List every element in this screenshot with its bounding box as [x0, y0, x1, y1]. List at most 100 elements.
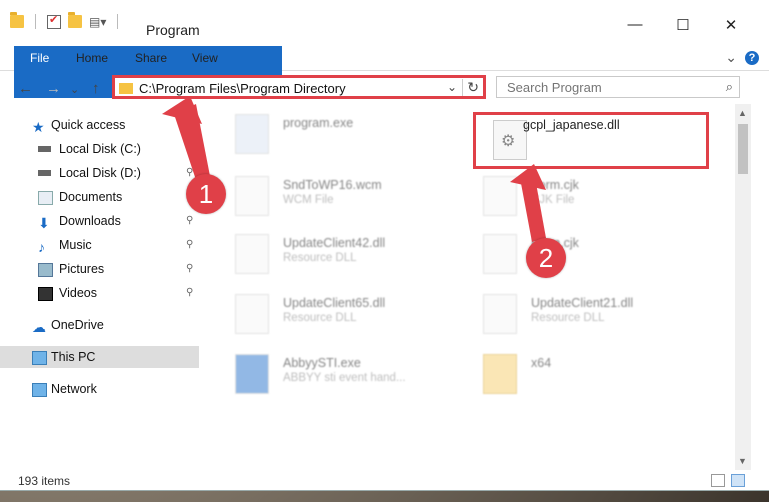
expand-ribbon-icon[interactable]: ⌄: [725, 49, 737, 66]
step-1-badge: 1: [186, 174, 226, 214]
sidebar-item-downloads[interactable]: ⬇ Downloads ⚲: [0, 210, 199, 232]
sidebar-item-music[interactable]: ♪ Music ⚲: [0, 234, 199, 256]
address-bar[interactable]: C:\Program Files\Program Directory ⌄ ↻: [112, 75, 486, 99]
file-name: UpdateClient65.dll: [283, 296, 386, 310]
up-button[interactable]: ↑: [92, 80, 100, 97]
close-button[interactable]: ✕: [708, 16, 754, 36]
file-type: Resource DLL: [531, 312, 605, 324]
back-button[interactable]: ←: [18, 80, 33, 97]
file-icon: [483, 234, 517, 274]
documents-icon: [38, 191, 53, 205]
properties-icon[interactable]: [47, 13, 61, 29]
search-input[interactable]: [505, 79, 719, 96]
cloud-icon: ☁: [32, 319, 46, 335]
sidebar-item-label: Music: [59, 238, 92, 252]
music-icon: ♪: [38, 239, 45, 255]
file-name: SndToWP16.wcm: [283, 178, 382, 192]
chevron-down-icon[interactable]: ⌄: [447, 80, 457, 94]
file-name: x64: [531, 356, 552, 370]
scrollbar-thumb[interactable]: [738, 124, 748, 174]
help-icon[interactable]: ?: [745, 50, 759, 65]
details-view-icon[interactable]: [711, 474, 725, 487]
download-icon: ⬇: [38, 215, 50, 231]
pin-icon[interactable]: ⚲: [186, 282, 193, 304]
scroll-up-icon[interactable]: ▲: [738, 108, 747, 118]
list-item[interactable]: Form.cjk CJK File: [463, 170, 699, 222]
network-icon: [32, 383, 47, 397]
computer-icon: [32, 351, 47, 365]
file-icon: [235, 176, 269, 216]
sidebar-item-network[interactable]: Network: [0, 378, 199, 400]
item-count: 193 items: [18, 474, 71, 488]
large-icons-view-icon[interactable]: [731, 474, 745, 487]
sidebar-item-label: Network: [51, 382, 97, 396]
file-name: Form.cjk: [531, 178, 579, 192]
ribbon-tabs: File Home Share View ⌄ ?: [0, 46, 769, 98]
sidebar-item-local-disk-d[interactable]: Local Disk (D:) ⚲: [0, 162, 199, 184]
dll-gear-icon: [235, 234, 269, 274]
sidebar-item-local-disk-c[interactable]: Local Disk (C:): [0, 138, 199, 160]
sidebar-item-this-pc[interactable]: This PC: [0, 346, 199, 368]
sidebar-item-videos[interactable]: Videos ⚲: [0, 282, 199, 304]
list-item[interactable]: program.exe: [215, 108, 451, 160]
dll-gear-icon: [483, 294, 517, 334]
folder-icon: [483, 354, 517, 394]
tab-share[interactable]: Share: [123, 46, 179, 70]
folder-icon: [10, 12, 24, 28]
sidebar-item-label: Videos: [59, 286, 97, 300]
file-name: UpdateClient21.dll: [531, 296, 634, 310]
step-2-badge: 2: [526, 238, 566, 278]
sidebar-item-onedrive[interactable]: ☁ OneDrive: [0, 314, 199, 336]
pin-icon[interactable]: ⚲: [186, 234, 193, 256]
file-name: AbbyySTI.exe: [283, 356, 361, 370]
list-item[interactable]: x64: [463, 348, 699, 400]
pin-icon[interactable]: ⚲: [186, 258, 193, 280]
sidebar-item-label: Downloads: [59, 214, 121, 228]
vertical-scrollbar[interactable]: ▲ ▼: [735, 104, 751, 470]
scroll-down-icon[interactable]: ▼: [738, 456, 747, 466]
file-type: ABBYY sti event hand...: [283, 372, 406, 384]
list-item[interactable]: UpdateClient65.dll Resource DLL: [215, 288, 451, 340]
sidebar-item-label: Pictures: [59, 262, 105, 276]
pictures-icon: [38, 263, 53, 277]
highlight-box: [473, 112, 709, 169]
navigation-bar: ← → ⌄ ↑ C:\Program Files\Program Directo…: [0, 74, 769, 104]
list-item[interactable]: UpdateClient21.dll Resource DLL: [463, 288, 699, 340]
recent-locations-button[interactable]: ⌄: [70, 83, 79, 96]
file-type: WCM File: [283, 194, 334, 206]
new-folder-icon[interactable]: [68, 12, 82, 28]
customize-toolbar-icon[interactable]: ▤▾: [89, 15, 106, 29]
maximize-button[interactable]: ☐: [660, 16, 706, 36]
refresh-icon[interactable]: ↻: [462, 79, 479, 96]
divider: [117, 14, 119, 29]
pin-icon[interactable]: ⚲: [186, 210, 193, 232]
exe-icon: [235, 354, 269, 394]
file-type: Resource DLL: [283, 312, 357, 324]
list-item[interactable]: UpdateClient42.dll Resource DLL: [215, 228, 451, 280]
ribbon-controls: ⌄ ?: [725, 49, 759, 66]
search-icon[interactable]: ⌕: [726, 79, 733, 95]
file-icon: [483, 176, 517, 216]
search-box[interactable]: ⌕: [496, 76, 740, 98]
sidebar-item-quick-access[interactable]: ★ Quick access: [0, 114, 199, 136]
file-type: Resource DLL: [283, 252, 357, 264]
address-path[interactable]: C:\Program Files\Program Directory: [139, 81, 346, 96]
sidebar-item-label: Quick access: [51, 118, 126, 132]
file-name: UpdateClient42.dll: [283, 236, 386, 250]
file-explorer-window: ▤▾ Program — ☐ ✕ File Home Share View ⌄ …: [0, 0, 769, 490]
tab-view[interactable]: View: [180, 46, 230, 70]
list-item[interactable]: SndToWP16.wcm WCM File: [215, 170, 451, 222]
window-title: Program: [146, 22, 200, 38]
minimize-button[interactable]: —: [612, 16, 658, 36]
sidebar-item-label: Local Disk (D:): [59, 166, 141, 180]
list-item[interactable]: AbbyySTI.exe ABBYY sti event hand...: [215, 348, 451, 400]
view-switcher: [711, 474, 745, 487]
sidebar-item-label: This PC: [51, 350, 96, 364]
drive-icon: [38, 146, 51, 152]
list-item[interactable]: Form.cjk: [463, 228, 699, 280]
sidebar-item-pictures[interactable]: Pictures ⚲: [0, 258, 199, 280]
tab-home[interactable]: Home: [64, 46, 120, 70]
forward-button[interactable]: →: [46, 80, 61, 97]
star-icon: ★: [32, 119, 45, 135]
sidebar-item-documents[interactable]: Documents ⚲: [0, 186, 199, 208]
